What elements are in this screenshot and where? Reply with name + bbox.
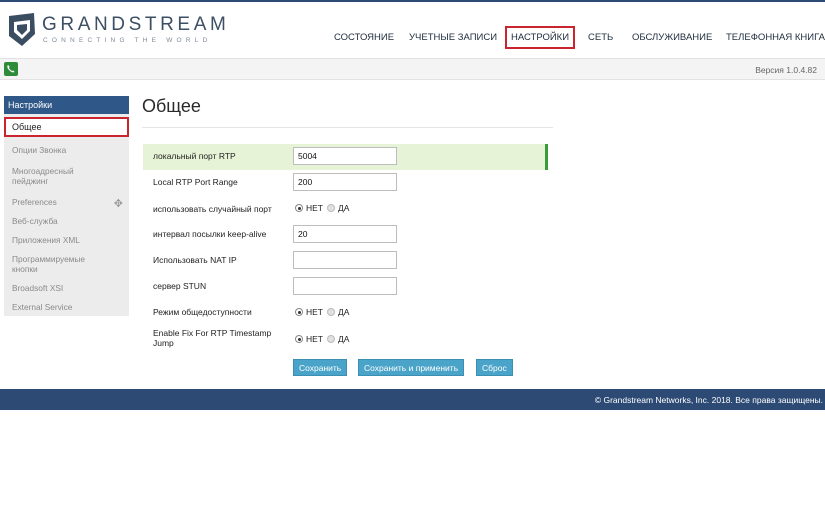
form-row-rtp-timestamp: Enable Fix For RTP Timestamp Jump НЕТ ДА (143, 326, 548, 350)
radio-label-yes: ДА (338, 334, 350, 344)
field-label: сервер STUN (153, 281, 207, 291)
sidebar-item-label: External Service (12, 302, 73, 312)
random-port-yes-radio[interactable] (327, 204, 335, 212)
nav-item-settings[interactable]: НАСТРОЙКИ (505, 26, 576, 49)
rtp-timestamp-no-radio[interactable] (295, 335, 303, 343)
keepalive-input[interactable] (293, 225, 397, 243)
nav-item-phonebook[interactable]: ТЕЛЕФОННАЯ КНИГА (726, 32, 825, 43)
radio-label-yes: ДА (338, 203, 350, 213)
nat-ip-input[interactable] (293, 251, 397, 269)
random-port-no-radio[interactable] (295, 204, 303, 212)
radio-label-no: НЕТ (306, 334, 323, 344)
field-label: локальный порт RTP (153, 151, 236, 161)
sidebar-item-web-service[interactable]: Веб-служба (4, 216, 129, 226)
sidebar-item-xml-apps[interactable]: Приложения XML (4, 235, 129, 245)
plus-icon[interactable]: ✥ (114, 197, 123, 210)
form-row-nat-ip: Использовать NAT IP (143, 249, 548, 275)
sidebar-item-preferences[interactable]: Preferences ✥ (4, 197, 129, 210)
form-row-random-port: использовать случайный порт НЕТ ДА (143, 197, 548, 223)
nav-item-accounts[interactable]: УЧЕТНЫЕ ЗАПИСИ (409, 32, 497, 43)
main-nav: СОСТОЯНИЕ УЧЕТНЫЕ ЗАПИСИ НАСТРОЙКИ СЕТЬ … (0, 26, 825, 49)
sidebar-item-label: Приложения XML (12, 235, 80, 245)
rtp-port-input[interactable] (293, 147, 397, 165)
sidebar-item-label: Опции Звонка (12, 145, 67, 155)
save-apply-button[interactable]: Сохранить и применить (358, 359, 465, 376)
rtp-range-input[interactable] (293, 173, 397, 191)
form-row-public-mode: Режим общедоступности НЕТ ДА (143, 301, 548, 327)
copyright-text: © Grandstream Networks, Inc. 2018. Все п… (594, 395, 823, 405)
sidebar-item-label: Многоадресный пейджинг (12, 166, 74, 186)
phone-handset-icon (7, 65, 15, 73)
save-button[interactable]: Сохранить (293, 359, 348, 376)
sidebar-item-label: Preferences (12, 197, 57, 207)
firmware-version: Версия 1.0.4.82 (755, 65, 817, 75)
sidebar-item-label: Веб-служба (12, 216, 58, 226)
sidebar-item-programmable-keys[interactable]: Программируемые кнопки (4, 254, 96, 274)
radio-label-no: НЕТ (306, 203, 323, 213)
rtp-timestamp-yes-radio[interactable] (327, 335, 335, 343)
public-mode-yes-radio[interactable] (327, 308, 335, 316)
page-title: Общее (142, 96, 201, 116)
sidebar-item-general[interactable]: Общее (4, 117, 129, 137)
sidebar-item-multicast-paging[interactable]: Многоадресный пейджинг (4, 166, 96, 186)
random-port-radio-group: НЕТ ДА (295, 203, 353, 213)
footer: © Grandstream Networks, Inc. 2018. Все п… (0, 389, 825, 410)
sidebar-item-call-options[interactable]: Опции Звонка (4, 145, 129, 155)
field-label: Использовать NAT IP (153, 255, 237, 265)
nav-item-status[interactable]: СОСТОЯНИЕ (334, 32, 394, 43)
radio-label-no: НЕТ (306, 307, 323, 317)
stun-server-input[interactable] (293, 277, 397, 295)
public-mode-no-radio[interactable] (295, 308, 303, 316)
title-divider (142, 127, 553, 128)
radio-label-yes: ДА (338, 307, 350, 317)
sidebar-item-external-service[interactable]: External Service (4, 302, 129, 312)
sidebar-header: Настройки (4, 96, 129, 114)
form-row-rtp-port: локальный порт RTP (143, 144, 548, 170)
nav-item-maintenance[interactable]: ОБСЛУЖИВАНИЕ (632, 32, 712, 43)
form-row-stun: сервер STUN (143, 275, 548, 301)
public-mode-radio-group: НЕТ ДА (295, 307, 353, 317)
rtp-timestamp-radio-group: НЕТ ДА (295, 334, 353, 344)
form-row-keepalive: интервал посылки keep-alive (143, 222, 548, 248)
field-label: Enable Fix For RTP Timestamp Jump (153, 328, 272, 348)
sub-toolbar: Версия 1.0.4.82 (0, 58, 825, 80)
field-label: использовать случайный порт (153, 204, 272, 214)
sidebar-item-label: Программируемые кнопки (12, 254, 85, 274)
nav-item-network[interactable]: СЕТЬ (588, 32, 613, 43)
field-label: интервал посылки keep-alive (153, 229, 267, 239)
sidebar: Настройки Общее Опции Звонка Многоадресн… (4, 96, 129, 316)
form-row-rtp-range: Local RTP Port Range (143, 170, 548, 196)
field-label: Local RTP Port Range (153, 177, 238, 187)
phone-icon[interactable] (4, 62, 18, 76)
sidebar-item-broadsoft-xsi[interactable]: Broadsoft XSI (4, 283, 129, 293)
field-label: Режим общедоступности (153, 307, 252, 317)
header: GRANDSTREAM CONNECTING THE WORLD СОСТОЯН… (0, 2, 825, 57)
sidebar-item-label: Broadsoft XSI (12, 283, 64, 293)
reset-button[interactable]: Сброс (476, 359, 513, 376)
